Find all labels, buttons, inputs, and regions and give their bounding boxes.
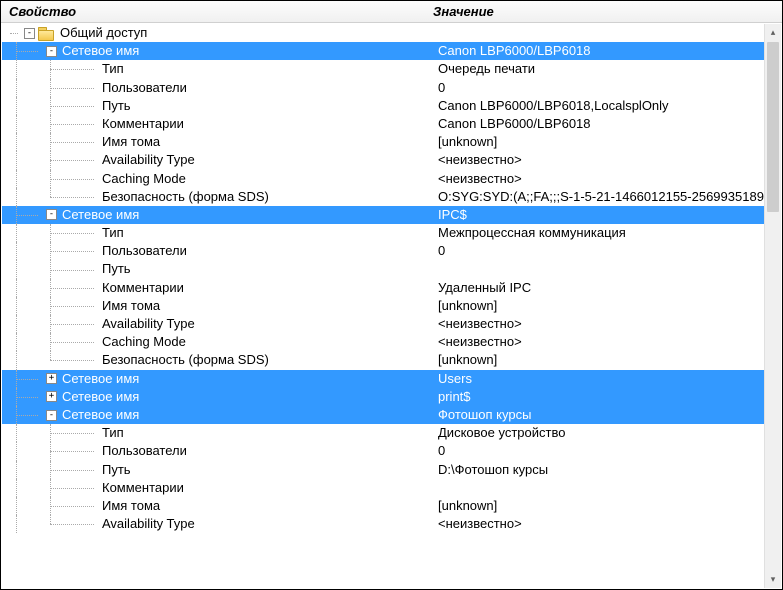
header-property: Свойство (9, 4, 433, 19)
tree-root-row[interactable]: - Общий доступ (2, 24, 764, 42)
property-value: D:\Фотошоп курсы (434, 461, 764, 479)
property-row[interactable]: Имя тома [unknown] (2, 497, 764, 515)
expand-minus-icon[interactable]: - (46, 46, 57, 57)
property-row[interactable]: Комментарии Canon LBP6000/LBP6018 (2, 115, 764, 133)
root-value (434, 24, 764, 42)
property-value: [unknown] (434, 497, 764, 515)
property-row[interactable]: Availability Type <неизвестно> (2, 315, 764, 333)
property-value: Дисковое устройство (434, 424, 764, 442)
expand-plus-icon[interactable]: + (46, 391, 57, 402)
property-label: Availability Type (100, 315, 195, 333)
table-header: Свойство Значение (1, 1, 782, 23)
property-label: Caching Mode (100, 333, 186, 351)
share-row[interactable]: + Сетевое имя Users (2, 370, 764, 388)
property-label: Тип (100, 60, 124, 78)
share-name-value: print$ (434, 388, 764, 406)
tree-content: - Общий доступ - Сетевое имя Canon LBP60… (2, 24, 764, 588)
property-row[interactable]: Availability Type <неизвестно> (2, 515, 764, 533)
property-row[interactable]: Тип Дисковое устройство (2, 424, 764, 442)
property-label: Пользователи (100, 442, 187, 460)
property-row[interactable]: Caching Mode <неизвестно> (2, 170, 764, 188)
property-label: Пользователи (100, 242, 187, 260)
property-label: Availability Type (100, 151, 195, 169)
scroll-thumb[interactable] (767, 42, 779, 212)
property-row[interactable]: Комментарии (2, 479, 764, 497)
property-row[interactable]: Безопасность (форма SDS) O:SYG:SYD:(A;;FA… (2, 188, 764, 206)
property-row[interactable]: Комментарии Удаленный IPC (2, 279, 764, 297)
property-label: Тип (100, 424, 124, 442)
property-row[interactable]: Безопасность (форма SDS) [unknown] (2, 351, 764, 369)
property-label: Путь (100, 260, 131, 278)
share-row[interactable]: - Сетевое имя IPC$ (2, 206, 764, 224)
property-value: Canon LBP6000/LBP6018,LocalsplOnly (434, 97, 764, 115)
property-label: Пользователи (100, 79, 187, 97)
property-value: [unknown] (434, 351, 764, 369)
share-name-value: Users (434, 370, 764, 388)
property-label: Availability Type (100, 515, 195, 533)
property-value: <неизвестно> (434, 315, 764, 333)
property-row[interactable]: Пользователи 0 (2, 242, 764, 260)
property-value (434, 260, 764, 278)
header-value: Значение (433, 4, 782, 19)
property-row[interactable]: Тип Очередь печати (2, 60, 764, 78)
share-row[interactable]: + Сетевое имя print$ (2, 388, 764, 406)
property-label: Caching Mode (100, 170, 186, 188)
property-label: Комментарии (100, 279, 184, 297)
property-row[interactable]: Тип Межпроцессная коммуникация (2, 224, 764, 242)
property-row[interactable]: Пользователи 0 (2, 79, 764, 97)
property-label: Безопасность (форма SDS) (100, 188, 269, 206)
expand-plus-icon[interactable]: + (46, 373, 57, 384)
property-value: <неизвестно> (434, 151, 764, 169)
property-value: [unknown] (434, 133, 764, 151)
scroll-down-icon[interactable]: ▾ (765, 571, 781, 588)
share-name-label: Сетевое имя (60, 406, 139, 424)
property-row[interactable]: Caching Mode <неизвестно> (2, 333, 764, 351)
property-label: Комментарии (100, 479, 184, 497)
scroll-up-icon[interactable]: ▴ (765, 24, 781, 41)
property-label: Имя тома (100, 497, 160, 515)
property-value (434, 479, 764, 497)
property-value: 0 (434, 442, 764, 460)
property-value: <неизвестно> (434, 170, 764, 188)
property-label: Комментарии (100, 115, 184, 133)
property-value: 0 (434, 242, 764, 260)
expand-minus-icon[interactable]: - (46, 209, 57, 220)
share-name-label: Сетевое имя (60, 370, 139, 388)
share-name-label: Сетевое имя (60, 206, 139, 224)
property-label: Тип (100, 224, 124, 242)
property-row[interactable]: Путь D:\Фотошоп курсы (2, 461, 764, 479)
vertical-scrollbar[interactable]: ▴ ▾ (764, 24, 781, 588)
property-value: Удаленный IPC (434, 279, 764, 297)
property-row[interactable]: Availability Type <неизвестно> (2, 151, 764, 169)
share-name-label: Сетевое имя (60, 42, 139, 60)
property-value: 0 (434, 79, 764, 97)
property-value: Canon LBP6000/LBP6018 (434, 115, 764, 133)
expand-minus-icon[interactable]: - (46, 410, 57, 421)
root-label: Общий доступ (58, 24, 147, 42)
property-row[interactable]: Имя тома [unknown] (2, 133, 764, 151)
share-row[interactable]: - Сетевое имя Canon LBP6000/LBP6018 (2, 42, 764, 60)
property-row[interactable]: Путь (2, 260, 764, 278)
property-row[interactable]: Имя тома [unknown] (2, 297, 764, 315)
property-value: Очередь печати (434, 60, 764, 78)
property-label: Безопасность (форма SDS) (100, 351, 269, 369)
property-label: Имя тома (100, 133, 160, 151)
share-name-value: Фотошоп курсы (434, 406, 764, 424)
property-value: Межпроцессная коммуникация (434, 224, 764, 242)
share-row[interactable]: - Сетевое имя Фотошоп курсы (2, 406, 764, 424)
property-label: Путь (100, 97, 131, 115)
property-row[interactable]: Пользователи 0 (2, 442, 764, 460)
property-value: [unknown] (434, 297, 764, 315)
share-name-value: Canon LBP6000/LBP6018 (434, 42, 764, 60)
property-row[interactable]: Путь Canon LBP6000/LBP6018,LocalsplOnly (2, 97, 764, 115)
property-label: Путь (100, 461, 131, 479)
expand-minus-icon[interactable]: - (24, 28, 35, 39)
folder-icon (38, 27, 54, 40)
property-value: <неизвестно> (434, 515, 764, 533)
property-label: Имя тома (100, 297, 160, 315)
share-name-value: IPC$ (434, 206, 764, 224)
property-value: <неизвестно> (434, 333, 764, 351)
property-value: O:SYG:SYD:(A;;FA;;;S-1-5-21-1466012155-2… (434, 188, 764, 206)
share-name-label: Сетевое имя (60, 388, 139, 406)
